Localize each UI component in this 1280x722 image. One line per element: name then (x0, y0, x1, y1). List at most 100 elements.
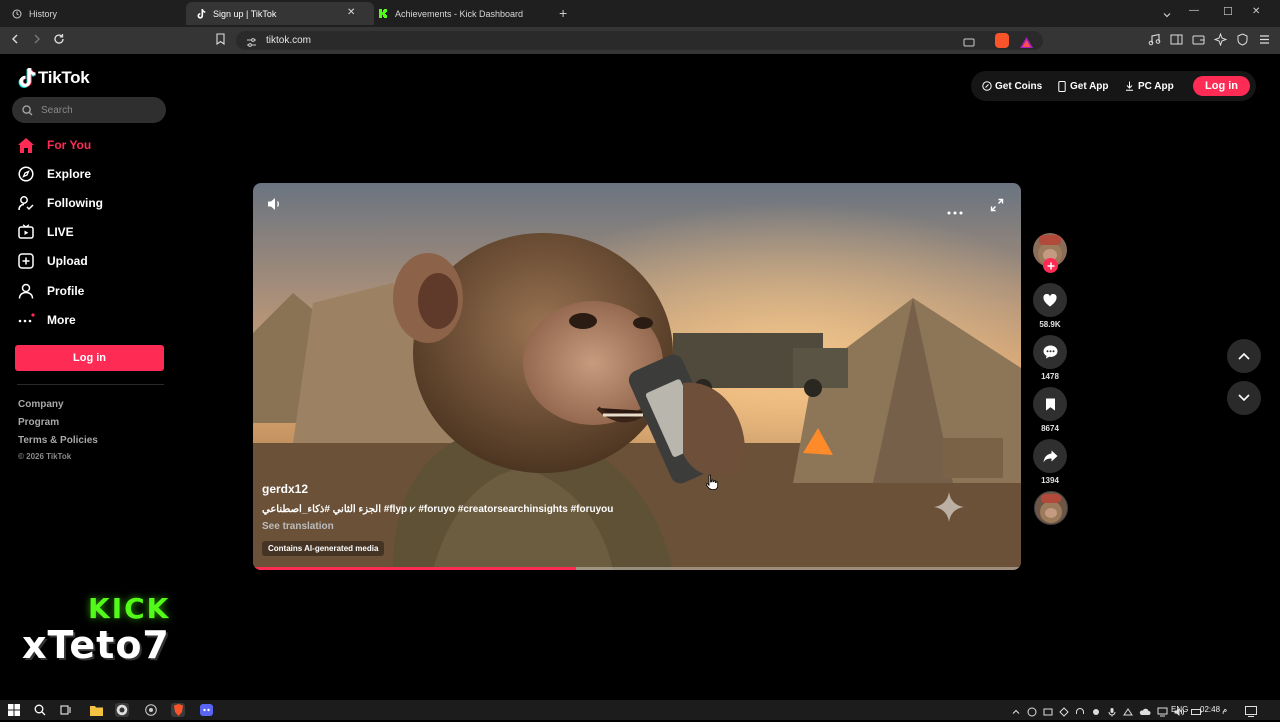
tab-label: Sign up | TikTok (213, 8, 277, 19)
ai-sparkle-icon (933, 491, 965, 528)
task-view-icon[interactable] (59, 703, 73, 717)
tab-kick[interactable]: Achievements - Kick Dashboard (370, 2, 558, 25)
sidebar-item-label: For You (47, 138, 92, 152)
leo-ai-icon[interactable] (1213, 32, 1228, 51)
sidebar-item-live[interactable]: LIVE (17, 223, 74, 241)
vpn-shield-icon[interactable] (1236, 33, 1249, 51)
sidebar-divider (17, 384, 164, 385)
sidebar-item-explore[interactable]: Explore (17, 165, 91, 183)
history-icon (12, 9, 22, 19)
music-disc-avatar[interactable] (1034, 491, 1068, 525)
kick-overlay-logo: KICK (88, 592, 171, 625)
site-info-icon[interactable] (246, 35, 257, 53)
tab-tiktok[interactable]: Sign up | TikTok ✕ (186, 2, 374, 25)
sidebar-item-more[interactable]: More (17, 311, 76, 329)
kick-favicon-icon (378, 9, 388, 19)
back-icon[interactable] (9, 33, 21, 47)
tiktok-logo-icon (18, 68, 36, 88)
onedrive-icon[interactable] (1139, 704, 1151, 722)
windows-start-icon[interactable] (7, 703, 21, 717)
input-language[interactable]: ENG (1171, 705, 1188, 714)
video-username[interactable]: gerdx12 (262, 482, 308, 496)
taskbar-discord-icon[interactable] (199, 703, 213, 717)
share-icon (1043, 450, 1057, 462)
sidebar-item-following[interactable]: Following (17, 194, 103, 212)
taskbar-brave-icon[interactable] (171, 703, 185, 717)
footer-link-company[interactable]: Company (18, 399, 64, 410)
maximize-button[interactable]: ☐ (1223, 5, 1233, 18)
footer-copyright: © 2026 TikTok (18, 452, 72, 461)
previous-video-button[interactable] (1227, 339, 1261, 373)
home-icon (17, 136, 35, 154)
get-coins-label: Get Coins (995, 80, 1043, 92)
toolbar-extensions (1148, 32, 1271, 51)
search-placeholder: Search (41, 104, 73, 116)
sidebar-item-profile[interactable]: Profile (17, 282, 84, 300)
next-video-button[interactable] (1227, 381, 1261, 415)
volume-icon[interactable] (267, 197, 283, 216)
like-button[interactable] (1033, 283, 1067, 317)
more-options-icon[interactable] (947, 202, 963, 220)
see-translation-link[interactable]: See translation (262, 521, 334, 532)
new-tab-button[interactable]: + (559, 5, 567, 21)
bookmark-icon[interactable] (215, 33, 226, 47)
notifications-icon[interactable] (1245, 704, 1257, 722)
search-input[interactable]: Search (12, 97, 166, 123)
video-progress-track[interactable] (253, 567, 1021, 570)
music-icon[interactable] (1148, 33, 1161, 51)
tray-chevron-icon[interactable] (1011, 704, 1021, 722)
tab-label: Achievements - Kick Dashboard (395, 8, 524, 19)
footer-link-program[interactable]: Program (18, 417, 59, 428)
fullscreen-icon[interactable] (990, 198, 1004, 217)
microphone-icon[interactable] (1107, 704, 1117, 722)
close-window-button[interactable]: ✕ (1252, 6, 1260, 17)
reload-icon[interactable] (53, 33, 65, 47)
tray-app-icon[interactable] (1043, 704, 1053, 722)
cast-icon[interactable] (963, 35, 975, 53)
forward-icon[interactable] (31, 33, 43, 47)
video-caption: الجزء الثاني #ذكاء_اصطناعي #flyp ⩗ #foru… (262, 504, 614, 515)
logo-text: TikTok (38, 68, 90, 87)
compass-icon (17, 165, 35, 183)
file-explorer-icon[interactable] (89, 703, 103, 717)
address-bar[interactable]: tiktok.com (236, 31, 1043, 50)
comment-button[interactable] (1033, 335, 1067, 369)
network-icon[interactable] (1157, 704, 1168, 722)
get-coins-button[interactable]: Get Coins (982, 77, 1042, 95)
tray-app-icon[interactable] (1091, 704, 1101, 722)
video-progress-fill (253, 567, 576, 570)
sidebar-login-button[interactable]: Log in (15, 345, 164, 371)
header-login-button[interactable]: Log in (1193, 76, 1250, 96)
follow-plus-button[interactable] (1043, 258, 1058, 273)
taskbar-app-obs-icon[interactable] (115, 703, 129, 717)
share-button[interactable] (1033, 439, 1067, 473)
coin-icon (982, 81, 992, 91)
tab-list-chevron-icon[interactable] (1162, 7, 1172, 25)
menu-icon[interactable] (1258, 33, 1271, 51)
taskbar-app-circle-icon[interactable] (144, 703, 158, 717)
sidebar-item-upload[interactable]: Upload (17, 252, 88, 270)
tray-app-icon[interactable] (1059, 704, 1069, 722)
get-app-button[interactable]: Get App (1058, 77, 1109, 95)
tiktok-logo[interactable]: TikTok (18, 68, 90, 88)
brave-rewards-icon[interactable] (1020, 35, 1033, 53)
tab-history[interactable]: History (4, 2, 192, 25)
brave-shields-icon[interactable] (995, 33, 1009, 48)
footer-link-terms[interactable]: Terms & Policies (18, 435, 98, 446)
pc-app-button[interactable]: PC App (1125, 77, 1174, 95)
close-tab-icon[interactable]: ✕ (347, 7, 355, 18)
sidebar-item-for-you[interactable]: For You (17, 136, 91, 154)
headset-icon[interactable] (1075, 704, 1085, 722)
save-button[interactable] (1033, 387, 1067, 421)
taskbar-search-icon[interactable] (33, 703, 47, 717)
tray-app-icon[interactable] (1123, 704, 1133, 722)
video-player[interactable]: gerdx12 الجزء الثاني #ذكاء_اصطناعي #flyp… (253, 183, 1021, 570)
sidebar-icon[interactable] (1170, 33, 1183, 51)
tray-app-icon[interactable] (1027, 704, 1037, 722)
minimize-button[interactable]: — (1189, 5, 1199, 16)
bookmark-fill-icon (1045, 398, 1055, 410)
plus-icon (1047, 262, 1054, 269)
search-icon (22, 104, 33, 116)
wallet-icon[interactable] (1192, 33, 1205, 51)
clock[interactable]: 02:48 م (1200, 705, 1227, 714)
